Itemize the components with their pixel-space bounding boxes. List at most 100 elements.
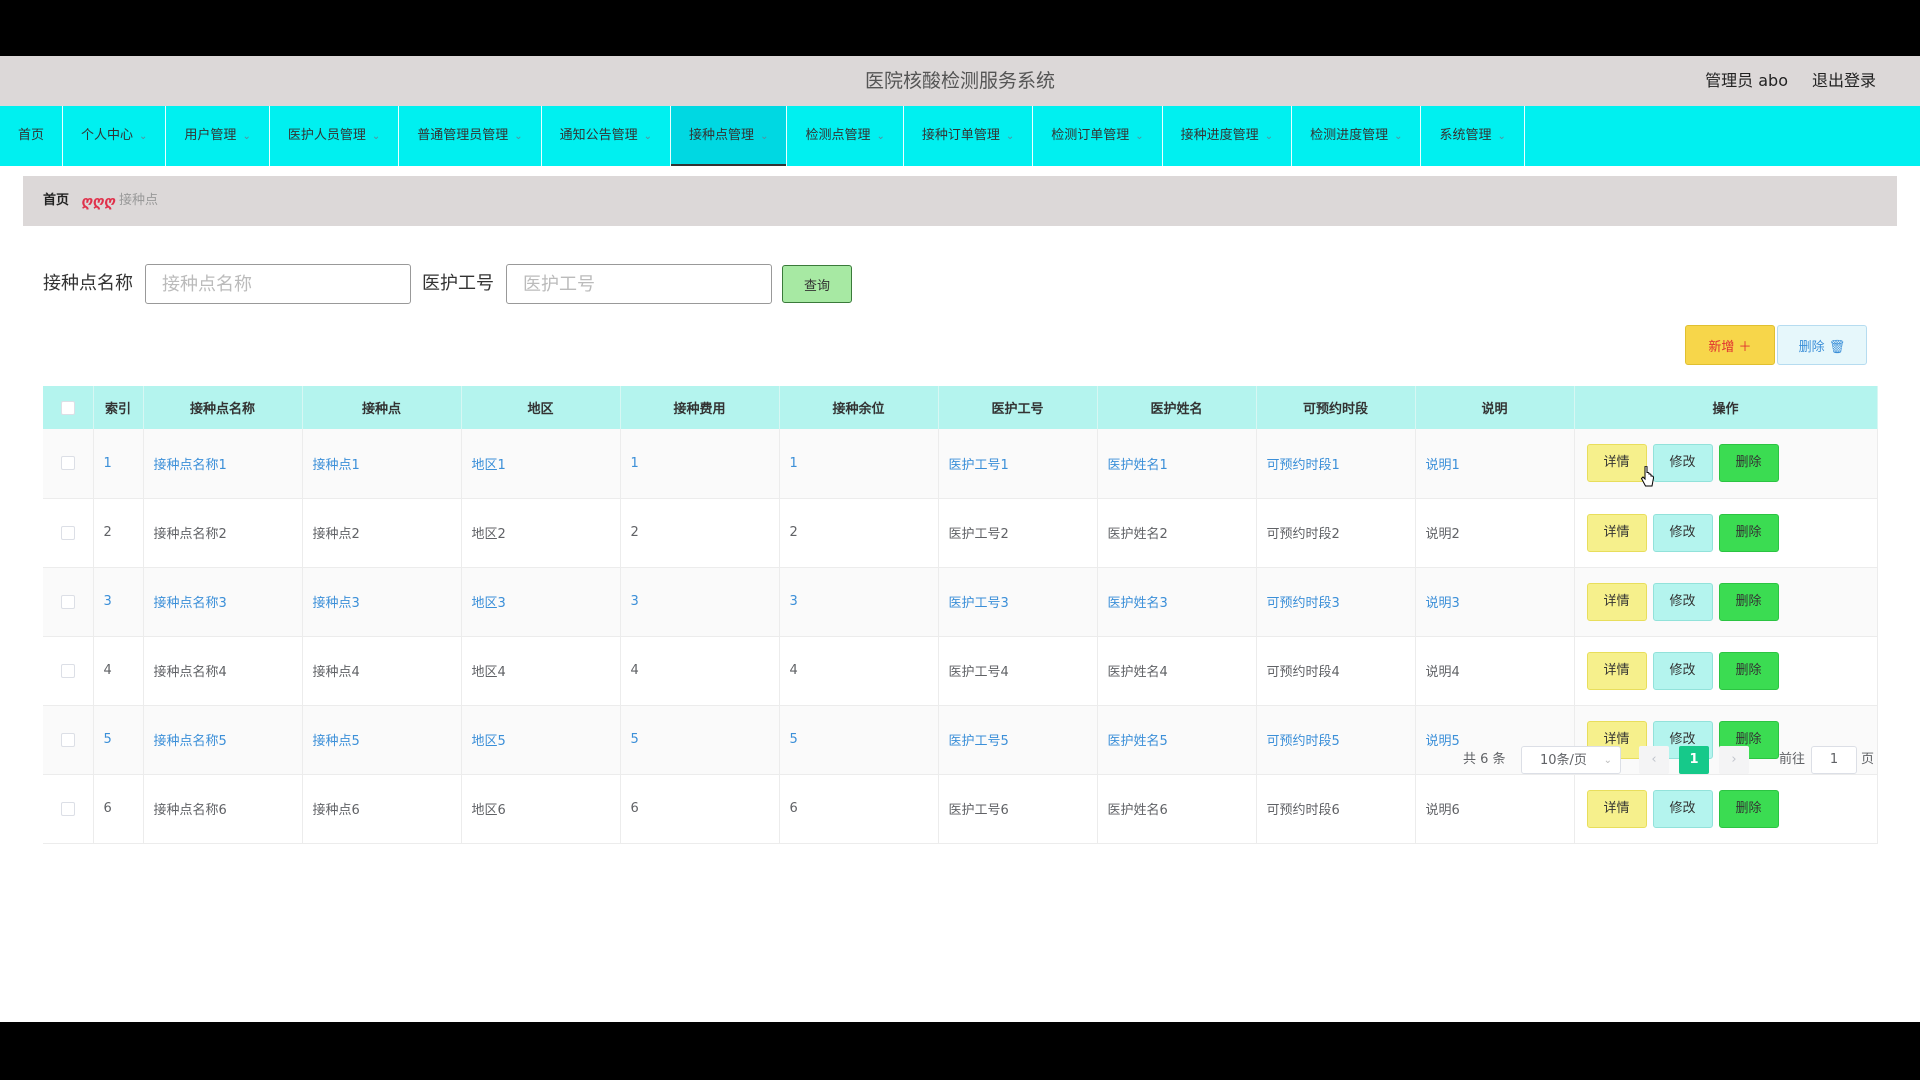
table-cell: 可预约时段5 — [1256, 705, 1416, 775]
table-row: 6 接种点名称6 接种点6 地区6 6 6 医护工号6 医护姓名6 可预约时段6 说明6 详情 修改删… — [43, 774, 1878, 844]
pager-total: 共 6 条 — [1463, 752, 1506, 767]
table-cell: 说明6 — [1415, 774, 1575, 844]
main-nav: 首页 个人中心 ⌄ 用户管理 ⌄ 医护人员管理 ⌄ 普通管理员管理 ⌄ 通知公告管理 ⌄ 接种点管理 ⌄… — [0, 106, 1920, 166]
table-cell: 医护工号4 — [938, 636, 1098, 706]
search-staff-input[interactable] — [506, 264, 772, 304]
chevron-down-icon: ⌄ — [1005, 131, 1015, 142]
nav-item-6[interactable]: 接种点管理 ⌄ — [671, 106, 788, 166]
nav-item-4[interactable]: 普通管理员管理 ⌄ — [399, 106, 542, 166]
row-checkbox[interactable] — [60, 663, 75, 678]
edit-button[interactable]: 修改 — [1652, 444, 1713, 483]
nav-item-8[interactable]: 接种订单管理 ⌄ — [904, 106, 1034, 166]
nav-item-label: 接种订单管理 — [921, 128, 1000, 143]
chevron-down-icon: ⌄ — [1603, 755, 1612, 766]
table-cell: 说明4 — [1415, 636, 1575, 706]
edit-button[interactable]: 修改 — [1652, 789, 1713, 828]
table-cell: 可预约时段3 — [1256, 567, 1416, 637]
table-cell: 4 — [93, 636, 144, 706]
table-cell: 医护姓名4 — [1097, 636, 1257, 706]
nav-item-12[interactable]: 系统管理 ⌄ — [1421, 106, 1525, 166]
nav-item-label: 通知公告管理 — [559, 128, 638, 143]
column-header: 说明 — [1415, 386, 1575, 429]
table-cell: 医护工号2 — [938, 498, 1098, 568]
table-cell: 3 — [620, 567, 780, 637]
page-jump-input[interactable] — [1811, 746, 1857, 774]
table-cell: 接种点名称4 — [143, 636, 303, 706]
batch-delete-button[interactable]: 删除 🗑 — [1777, 325, 1867, 365]
nav-item-label: 普通管理员管理 — [417, 128, 509, 143]
table-cell: 可预约时段4 — [1256, 636, 1416, 706]
detail-button[interactable]: 详情 — [1586, 444, 1647, 483]
page-number-current[interactable]: 1 — [1679, 746, 1709, 774]
table-cell: 接种点5 — [302, 705, 462, 775]
next-page-button[interactable]: › — [1719, 746, 1749, 774]
logout-link[interactable]: 退出登录 — [1812, 56, 1876, 106]
table-cell: 可预约时段2 — [1256, 498, 1416, 568]
chevron-down-icon: ⌄ — [514, 131, 523, 142]
nav-item-label: 个人中心 — [81, 128, 134, 143]
nav-item-5[interactable]: 通知公告管理 ⌄ — [542, 106, 672, 166]
edit-button[interactable]: 修改 — [1652, 582, 1713, 621]
edit-button[interactable]: 修改 — [1652, 513, 1713, 552]
table-row: 1 接种点名称1 接种点1 地区1 1 1 医护工号1 医护姓名1 可预约时段1 说明1 详情 修改删… — [43, 429, 1878, 499]
table-cell: 接种点名称1 — [143, 429, 303, 499]
detail-button[interactable]: 详情 — [1586, 651, 1647, 690]
table-cell: 可预约时段1 — [1256, 429, 1416, 499]
detail-button[interactable]: 详情 — [1586, 582, 1647, 621]
delete-button[interactable]: 删除 — [1718, 444, 1779, 483]
table-cell: 医护姓名5 — [1097, 705, 1257, 775]
table-cell: 接种点2 — [302, 498, 462, 568]
nav-item-10[interactable]: 接种进度管理 ⌄ — [1163, 106, 1293, 166]
page-size-select[interactable]: 10条/页 ⌄ — [1521, 746, 1621, 774]
nav-item-9[interactable]: 检测订单管理 ⌄ — [1033, 106, 1163, 166]
nav-item-1[interactable]: 个人中心 ⌄ — [63, 106, 167, 166]
row-checkbox[interactable] — [60, 732, 75, 747]
column-header: 接种费用 — [620, 386, 780, 429]
table-cell: 医护工号3 — [938, 567, 1098, 637]
nav-item-label: 检测订单管理 — [1051, 128, 1130, 143]
nav-item-2[interactable]: 用户管理 ⌄ — [166, 106, 270, 166]
mouse-cursor-icon — [1640, 466, 1655, 487]
delete-button[interactable]: 删除 — [1718, 789, 1779, 828]
breadcrumb-current: 接种点 — [119, 193, 159, 208]
top-header: 医院核酸检测服务系统 管理员 abo 退出登录 — [0, 56, 1920, 106]
nav-item-11[interactable]: 检测进度管理 ⌄ — [1292, 106, 1422, 166]
table-cell: 2 — [93, 498, 144, 568]
nav-item-label: 首页 — [18, 128, 45, 143]
column-header: 操作 — [1574, 386, 1878, 429]
prev-page-button[interactable]: ‹ — [1639, 746, 1669, 774]
pager-goto-label: 前往 — [1779, 752, 1806, 767]
row-checkbox[interactable] — [60, 525, 75, 540]
nav-item-label: 系统管理 — [1439, 128, 1492, 143]
edit-button[interactable]: 修改 — [1652, 651, 1713, 690]
breadcrumb-separator: ღღღ — [81, 194, 116, 210]
page-size-value: 10条/页 — [1540, 753, 1587, 768]
row-checkbox[interactable] — [60, 801, 75, 816]
search-name-input[interactable] — [145, 264, 411, 304]
row-checkbox[interactable] — [60, 456, 75, 471]
nav-item-0[interactable]: 首页 — [0, 106, 64, 166]
delete-button[interactable]: 删除 — [1718, 651, 1779, 690]
chevron-down-icon: ⌄ — [139, 131, 148, 142]
row-actions: 详情 修改 删除 — [1574, 429, 1878, 499]
nav-item-3[interactable]: 医护人员管理 ⌄ — [270, 106, 400, 166]
nav-item-label: 接种点管理 — [689, 128, 755, 143]
detail-button[interactable]: 详情 — [1586, 513, 1647, 552]
row-checkbox[interactable] — [60, 594, 75, 609]
row-select-cell — [43, 705, 94, 775]
table-cell: 3 — [779, 567, 939, 637]
table-row: 4 接种点名称4 接种点4 地区4 4 4 医护工号4 医护姓名4 可预约时段4 说明4 详情 修改删… — [43, 636, 1878, 706]
nav-item-7[interactable]: 检测点管理 ⌄ — [787, 106, 904, 166]
select-all-checkbox[interactable] — [60, 400, 75, 415]
column-header: 医护工号 — [938, 386, 1098, 429]
add-button[interactable]: 新增 ＋ — [1685, 325, 1775, 365]
query-button[interactable]: 查询 — [782, 265, 852, 303]
table-cell: 可预约时段6 — [1256, 774, 1416, 844]
delete-button[interactable]: 删除 — [1718, 513, 1779, 552]
chevron-down-icon: ⌄ — [643, 131, 653, 142]
pager-unit-label: 页 — [1861, 752, 1875, 767]
delete-button[interactable]: 删除 — [1718, 582, 1779, 621]
table-cell: 接种点3 — [302, 567, 462, 637]
breadcrumb-home[interactable]: 首页 — [43, 176, 69, 226]
detail-button[interactable]: 详情 — [1586, 789, 1647, 828]
